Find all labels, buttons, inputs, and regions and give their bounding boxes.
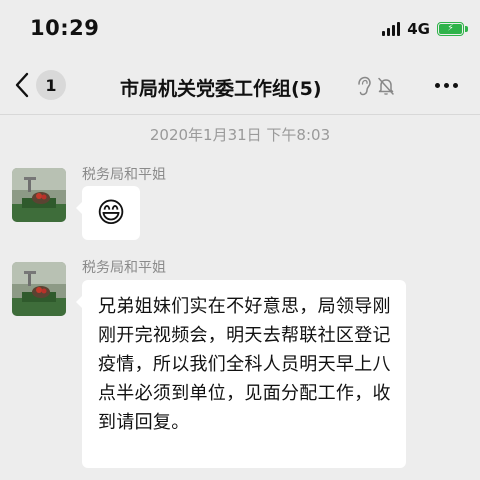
sender-name: 税务局和平姐 — [82, 167, 166, 183]
chat-nav-bar: 1 市局机关党委工作组(5) — [0, 60, 480, 112]
unread-count-badge: 1 — [36, 70, 66, 100]
more-dot-icon — [453, 82, 458, 88]
avatar[interactable] — [12, 262, 66, 316]
status-time: 10:29 — [30, 16, 100, 40]
header-divider — [0, 114, 480, 115]
status-indicators: 4G ⚡ — [382, 20, 468, 38]
message-timestamp: 2020年1月31日 下午8:03 — [149, 126, 331, 144]
avatar[interactable] — [12, 168, 66, 222]
message-text: 兄弟姐妹们实在不好意思，局领导刚刚开完视频会，明天去帮联社区登记疫情，所以我们全… — [98, 296, 391, 433]
network-type: 4G — [407, 20, 430, 38]
status-bar: 10:29 4G ⚡ — [0, 0, 480, 60]
more-dot-icon — [444, 82, 449, 88]
back-button[interactable]: 1 — [14, 70, 66, 100]
ear-icon — [358, 76, 371, 96]
sender-name: 税务局和平姐 — [82, 260, 166, 276]
back-chevron-icon — [15, 72, 29, 98]
title-status-icons — [356, 76, 396, 96]
more-button[interactable] — [435, 74, 458, 96]
battery-charging-icon: ⚡ — [437, 22, 468, 36]
mute-bell-icon — [378, 77, 394, 95]
message-bubble[interactable]: 兄弟姐妹们实在不好意思，局领导刚刚开完视频会，明天去帮联社区登记疫情，所以我们全… — [76, 280, 406, 468]
chat-title: 市局机关党委工作组(5) — [120, 78, 322, 100]
more-dot-icon — [435, 82, 440, 88]
signal-strength-icon — [382, 22, 401, 36]
grin-emoji-icon: 😄 — [96, 196, 126, 229]
message-bubble[interactable]: 😄 — [76, 186, 140, 240]
